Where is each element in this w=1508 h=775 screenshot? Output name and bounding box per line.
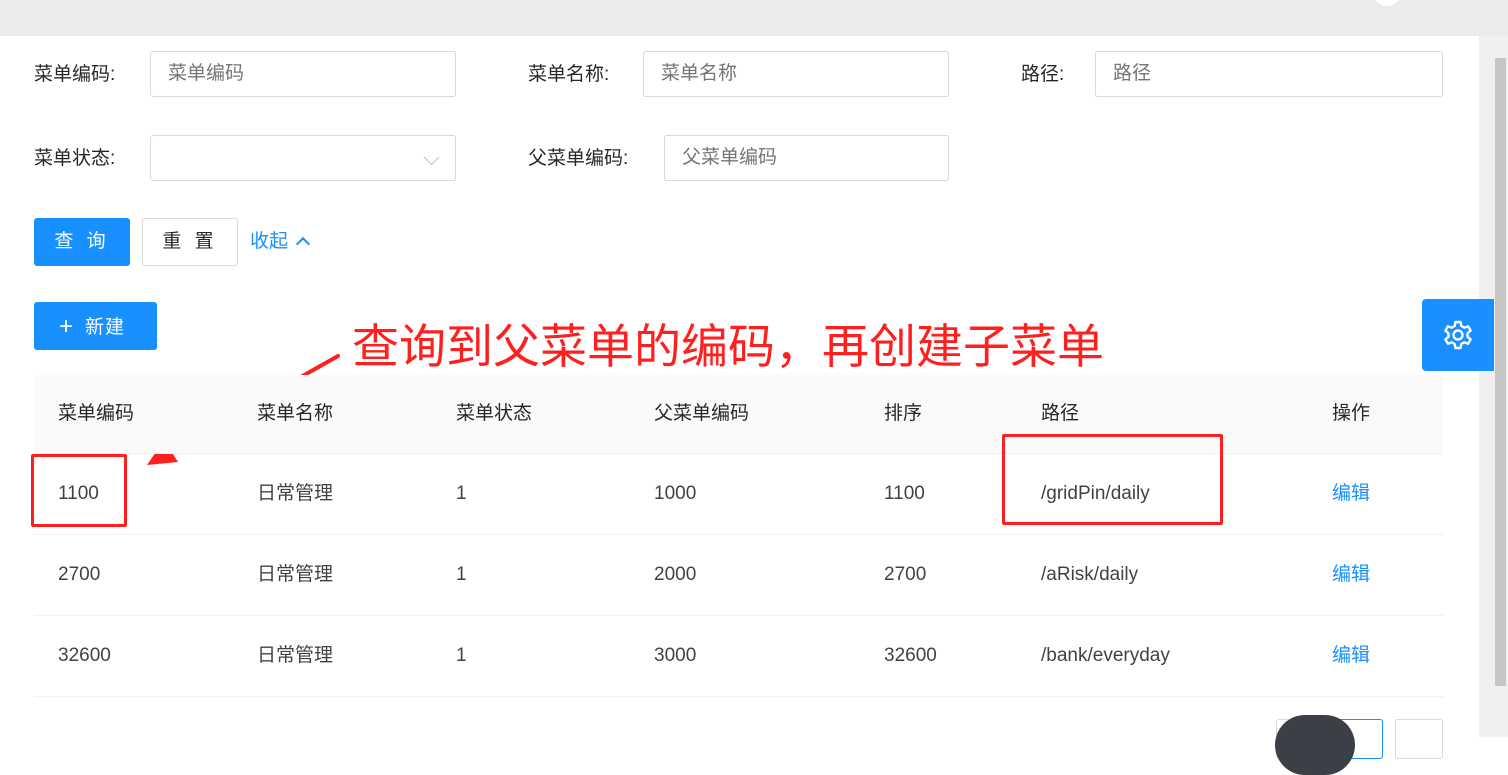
new-button[interactable]: + 新建	[34, 302, 157, 350]
cell-order: 1100	[884, 483, 925, 504]
cell-menu-code: 32600	[58, 645, 111, 666]
chevron-up-icon	[295, 236, 311, 252]
cell-order: 32600	[884, 645, 937, 666]
cell-menu-name: 日常管理	[257, 564, 334, 585]
floating-overlay-button[interactable]	[1275, 715, 1355, 775]
plus-icon: +	[59, 313, 74, 340]
column-header: 菜单编码	[58, 403, 135, 424]
parent-code-input[interactable]	[664, 135, 949, 181]
edit-link[interactable]: 编辑	[1332, 481, 1370, 507]
cell-menu-status: 1	[456, 564, 467, 585]
table-row: 2700 日常管理 1 2000 2700 /aRisk/daily 编辑	[34, 535, 1443, 616]
settings-button[interactable]	[1422, 299, 1494, 371]
column-header: 菜单名称	[257, 403, 334, 424]
table-header: 菜单编码 菜单名称 菜单状态 父菜单编码 排序 路径 操作	[34, 375, 1443, 454]
top-header-bar	[0, 0, 1508, 36]
column-header: 操作	[1332, 403, 1371, 424]
highlight-box-path	[1002, 434, 1223, 525]
cell-parent-code: 1000	[654, 483, 697, 504]
edit-link[interactable]: 编辑	[1332, 562, 1370, 588]
cell-path: /aRisk/daily	[1041, 564, 1139, 585]
collapse-link[interactable]: 收起	[250, 229, 311, 255]
cell-parent-code: 3000	[654, 645, 697, 666]
cell-path: /bank/everyday	[1041, 645, 1170, 666]
menu-code-label: 菜单编码:	[34, 64, 116, 85]
column-header: 父菜单编码	[654, 403, 750, 424]
column-header: 路径	[1041, 403, 1080, 424]
new-button-label: 新建	[85, 317, 126, 338]
menu-code-input[interactable]	[150, 51, 456, 97]
reset-button[interactable]: 重 置	[142, 218, 238, 266]
column-header: 排序	[884, 403, 923, 424]
annotation-text: 查询到父菜单的编码，再创建子菜单	[352, 320, 1104, 373]
avatar[interactable]	[1372, 0, 1402, 6]
column-header: 菜单状态	[456, 403, 533, 424]
cell-menu-name: 日常管理	[257, 483, 334, 504]
cell-menu-code: 2700	[58, 564, 101, 585]
path-input[interactable]	[1095, 51, 1443, 97]
chevron-down-icon	[423, 149, 440, 166]
menu-status-label: 菜单状态:	[34, 148, 116, 169]
cell-menu-status: 1	[456, 483, 467, 504]
menu-name-input[interactable]	[643, 51, 949, 97]
cell-menu-status: 1	[456, 645, 467, 666]
highlight-box-menu-code	[31, 454, 127, 527]
menu-table: 菜单编码 菜单名称 菜单状态 父菜单编码 排序 路径 操作 1100 日常管理 …	[34, 375, 1443, 697]
query-button[interactable]: 查 询	[34, 218, 130, 266]
cell-parent-code: 2000	[654, 564, 697, 585]
table-row: 1100 日常管理 1 1000 1100 /gridPin/daily 编辑	[34, 454, 1443, 535]
cell-order: 2700	[884, 564, 927, 585]
parent-code-label: 父菜单编码:	[528, 148, 629, 169]
scrollbar-thumb[interactable]	[1495, 58, 1506, 686]
gear-icon	[1444, 320, 1472, 350]
cell-menu-name: 日常管理	[257, 645, 334, 666]
edit-link[interactable]: 编辑	[1332, 643, 1370, 669]
menu-name-label: 菜单名称:	[528, 64, 610, 85]
collapse-link-label: 收起	[250, 231, 289, 252]
menu-status-select[interactable]	[150, 135, 456, 181]
pagination-next-button[interactable]	[1395, 719, 1443, 759]
table-row: 32600 日常管理 1 3000 32600 /bank/everyday 编…	[34, 616, 1443, 697]
path-label: 路径:	[1021, 64, 1065, 85]
